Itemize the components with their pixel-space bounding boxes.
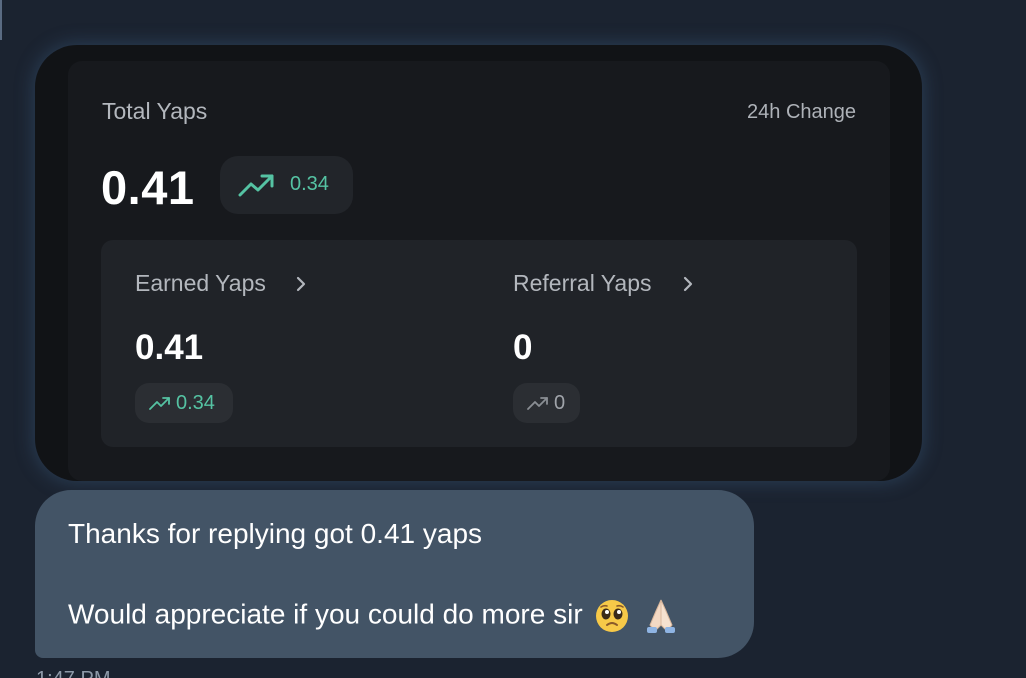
folded-hands-icon: [647, 599, 676, 633]
earned-change-value: 0.34: [176, 392, 215, 414]
earned-yaps-link[interactable]: Earned Yaps: [135, 270, 266, 297]
chevron-right-icon[interactable]: [294, 274, 308, 294]
earned-change-badge: 0.34: [135, 383, 233, 423]
referral-yaps-value: 0: [513, 328, 533, 367]
chat-view: Total Yaps 24h Change 0.41 0.34 Earned Y…: [0, 0, 1026, 678]
total-yaps-label: Total Yaps: [102, 98, 208, 124]
message-timestamp: 1:47 PM: [36, 668, 110, 678]
message-line-1: Thanks for replying got 0.41 yaps: [68, 518, 483, 549]
trending-up-icon: [238, 174, 274, 197]
total-yaps-value: 0.41: [101, 161, 195, 214]
trending-up-icon: [527, 397, 548, 410]
total-change-value: 0.34: [290, 173, 329, 195]
referral-change-value: 0: [554, 392, 566, 414]
total-change-badge: 0.34: [220, 156, 353, 214]
message-line-2: Would appreciate if you could do more si…: [68, 597, 680, 635]
message-line-2-text: Would appreciate if you could do more si…: [68, 598, 583, 630]
trending-up-icon: [149, 397, 170, 410]
24h-change-label: 24h Change: [747, 101, 856, 123]
referral-change-badge: 0: [513, 383, 580, 423]
referral-yaps-link[interactable]: Referral Yaps: [513, 270, 652, 297]
chevron-right-icon[interactable]: [681, 274, 695, 294]
scroll-edge-indicator: [0, 0, 2, 40]
pleading-face-icon: [596, 600, 629, 632]
earned-yaps-value: 0.41: [135, 328, 204, 367]
